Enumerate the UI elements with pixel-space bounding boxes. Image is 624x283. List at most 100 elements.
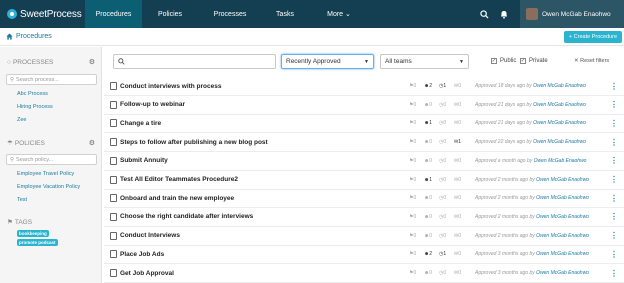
approval-text: Approved a month ago by: [475, 157, 534, 164]
logo[interactable]: SweetProcess: [0, 0, 85, 28]
procedure-row[interactable]: Conduct interviews with process ⚑ 0 ☻ 2 ◷ 1 ✉ 0 A…: [104, 77, 624, 96]
sort-select[interactable]: Recently Approved ▼: [281, 54, 374, 69]
procedure-row[interactable]: Onboard and train the new employee ⚑ 0 ☻ 0 ◷ 0…: [104, 189, 624, 209]
process-search-input[interactable]: ⚲ Search process...: [6, 74, 97, 85]
approver-link[interactable]: Owen McGab Enaohwo: [536, 214, 589, 220]
tag-badge[interactable]: promote podcast: [17, 239, 58, 246]
create-procedure-button[interactable]: + Create Procedure: [564, 31, 622, 43]
approver-link[interactable]: Owen McGab Enaohwo: [534, 158, 587, 164]
more-options-icon[interactable]: ⋮: [610, 194, 618, 203]
more-options-icon[interactable]: ⋮: [610, 231, 618, 240]
team-select[interactable]: All teams ▼: [380, 54, 469, 69]
procedure-title[interactable]: Test All Editor Teammates Procedure2: [120, 176, 238, 183]
approval-meta: Approved 2 months ago by Owen McGab Enao…: [475, 233, 589, 239]
procedure-title[interactable]: Change a tire: [120, 120, 161, 127]
procedure-row[interactable]: Test All Editor Teammates Procedure2 ⚑ 0 ☻ 1…: [104, 171, 624, 190]
nav-tab-tasks[interactable]: Tasks: [262, 0, 308, 28]
more-options-icon[interactable]: ⋮: [610, 138, 618, 147]
stat-value: 0: [429, 213, 433, 220]
top-nav: SweetProcess Procedures Policies Process…: [0, 0, 624, 28]
nav-tab-procedures[interactable]: Procedures: [85, 0, 142, 28]
procedure-stats: ⚑ 0 ☻ 0 ◷ 0 ✉ 0: [409, 195, 469, 201]
user-menu[interactable]: Owen McGab Enaohwo: [520, 0, 624, 28]
policy-search-input[interactable]: ⚲ Search policy...: [6, 154, 97, 165]
public-checkbox[interactable]: ✓ Public: [491, 58, 516, 64]
procedure-title[interactable]: Onboard and train the new employee: [120, 195, 234, 202]
procedure-title[interactable]: Choose the right candidate after intervi…: [120, 213, 253, 220]
tag-badge[interactable]: bookkeeping: [17, 230, 49, 237]
approver-link[interactable]: Owen McGab Enaohwo: [533, 83, 586, 89]
approval-meta: Approved a month ago by Owen McGab Enaoh…: [475, 158, 586, 164]
checkbox-icon: ✓: [491, 58, 497, 64]
procedure-title[interactable]: Conduct Interviews: [120, 232, 180, 239]
more-options-icon[interactable]: ⋮: [610, 119, 618, 128]
procedure-row[interactable]: Conduct Interviews ⚑ 0 ☻ 0 ◷ 0 ✉ 0 Approved 2 mon…: [104, 227, 624, 246]
sidebar-item-policy[interactable]: Employee Vacation Policy: [17, 184, 80, 190]
sidebar-item-process[interactable]: Zee: [17, 117, 26, 123]
document-icon: [110, 194, 117, 203]
procedure-stats: ⚑ 0 ☻ 0 ◷ 0 ✉ 0: [409, 102, 469, 108]
more-options-icon[interactable]: ⋮: [610, 82, 618, 91]
approval-text: Approved 3 months ago by: [475, 251, 537, 258]
approval-text: Approved 2 months ago by: [475, 195, 537, 202]
procedure-row[interactable]: Follow-up to webinar ⚑ 0 ☻ 0 ◷ 0 ✉ 0 Approved 21 …: [104, 96, 624, 115]
document-icon: [110, 212, 117, 221]
document-icon: [110, 250, 117, 259]
procedure-row[interactable]: Choose the right candidate after intervi…: [104, 208, 624, 227]
approver-link[interactable]: Owen McGab Enaohwo: [536, 195, 589, 201]
stat-value: 0: [458, 176, 461, 183]
more-options-icon[interactable]: ⋮: [610, 156, 618, 165]
bell-icon[interactable]: [494, 0, 514, 28]
procedure-title[interactable]: Submit Annuity: [120, 157, 168, 164]
approver-link[interactable]: Owen McGab Enaohwo: [533, 102, 586, 108]
document-icon: [110, 119, 117, 128]
nav-tab-processes[interactable]: Processes: [198, 0, 262, 28]
more-options-icon[interactable]: ⋮: [610, 212, 618, 221]
sidebar-item-policy[interactable]: Employee Travel Policy: [17, 171, 74, 177]
procedure-title[interactable]: Follow-up to webinar: [120, 101, 185, 108]
approver-link[interactable]: Owen McGab Enaohwo: [536, 177, 589, 183]
sidebar-item-process[interactable]: Abc Process: [17, 91, 48, 97]
subheader: Procedures + Create Procedure: [0, 28, 624, 46]
procedure-title[interactable]: Get Job Approval: [120, 270, 174, 277]
more-options-icon[interactable]: ⋮: [610, 100, 618, 109]
procedure-row[interactable]: Change a tire ⚑ 0 ☻ 1 ◷ 0 ✉ 0 Approved 21 days ag…: [104, 114, 624, 134]
search-icon[interactable]: [474, 0, 494, 28]
approver-link[interactable]: Owen McGab Enaohwo: [536, 270, 589, 276]
procedure-title[interactable]: Steps to follow after publishing a new b…: [120, 139, 268, 146]
procedure-row[interactable]: Steps to follow after publishing a new b…: [104, 133, 624, 153]
stat-value: 0: [443, 195, 447, 202]
stat-members: ☻ 0: [424, 195, 439, 201]
private-checkbox[interactable]: ✓ Private: [520, 58, 548, 64]
nav-tab-policies[interactable]: Policies: [142, 0, 198, 28]
sidebar-item-policy[interactable]: Test: [17, 197, 27, 203]
procedure-row[interactable]: Submit Annuity ⚑ 0 ☻ 0 ◷ 0 ✉ 0 Approved a month a…: [104, 152, 624, 171]
approval-meta: Approved 3 months ago by Owen McGab Enao…: [475, 251, 589, 257]
reset-filters-link[interactable]: ✕ Reset filters: [574, 58, 609, 64]
procedure-row[interactable]: Get Job Approval ⚑ 0 ☻ 0 ◷ 0 ✉ 0 Approved 3 month…: [104, 264, 624, 283]
procedure-search-input[interactable]: [113, 54, 276, 69]
approver-link[interactable]: Owen McGab Enaohwo: [536, 233, 589, 239]
stat-steps: ⚑ 0: [409, 139, 424, 145]
more-options-icon[interactable]: ⋮: [610, 269, 618, 278]
team-select-value: All teams: [385, 58, 412, 65]
nav-tab-more[interactable]: More ⌄: [308, 0, 370, 28]
stat-value: 0: [413, 195, 417, 202]
procedure-title[interactable]: Place Job Ads: [120, 251, 164, 258]
approver-link[interactable]: Owen McGab Enaohwo: [533, 139, 586, 145]
sidebar-item-process[interactable]: Hiring Process: [17, 104, 53, 110]
breadcrumb[interactable]: Procedures: [6, 33, 52, 40]
procedure-row[interactable]: Place Job Ads ⚑ 0 ☻ 2 ◷ 1 ✉ 0 Approved 3 months a…: [104, 245, 624, 265]
stat-value: 1: [458, 139, 461, 146]
gear-icon[interactable]: ⚙: [89, 139, 95, 147]
approver-link[interactable]: Owen McGab Enaohwo: [533, 120, 586, 126]
approver-link[interactable]: Owen McGab Enaohwo: [536, 251, 589, 257]
procedure-title[interactable]: Conduct interviews with process: [120, 83, 222, 90]
stat-tasks: ◷ 0: [439, 233, 454, 239]
stat-value: 0: [443, 120, 447, 127]
more-options-icon[interactable]: ⋮: [610, 175, 618, 184]
stat-value: 0: [429, 270, 433, 276]
gear-icon[interactable]: ⚙: [89, 58, 95, 66]
more-options-icon[interactable]: ⋮: [610, 250, 618, 259]
document-icon: [110, 100, 117, 109]
